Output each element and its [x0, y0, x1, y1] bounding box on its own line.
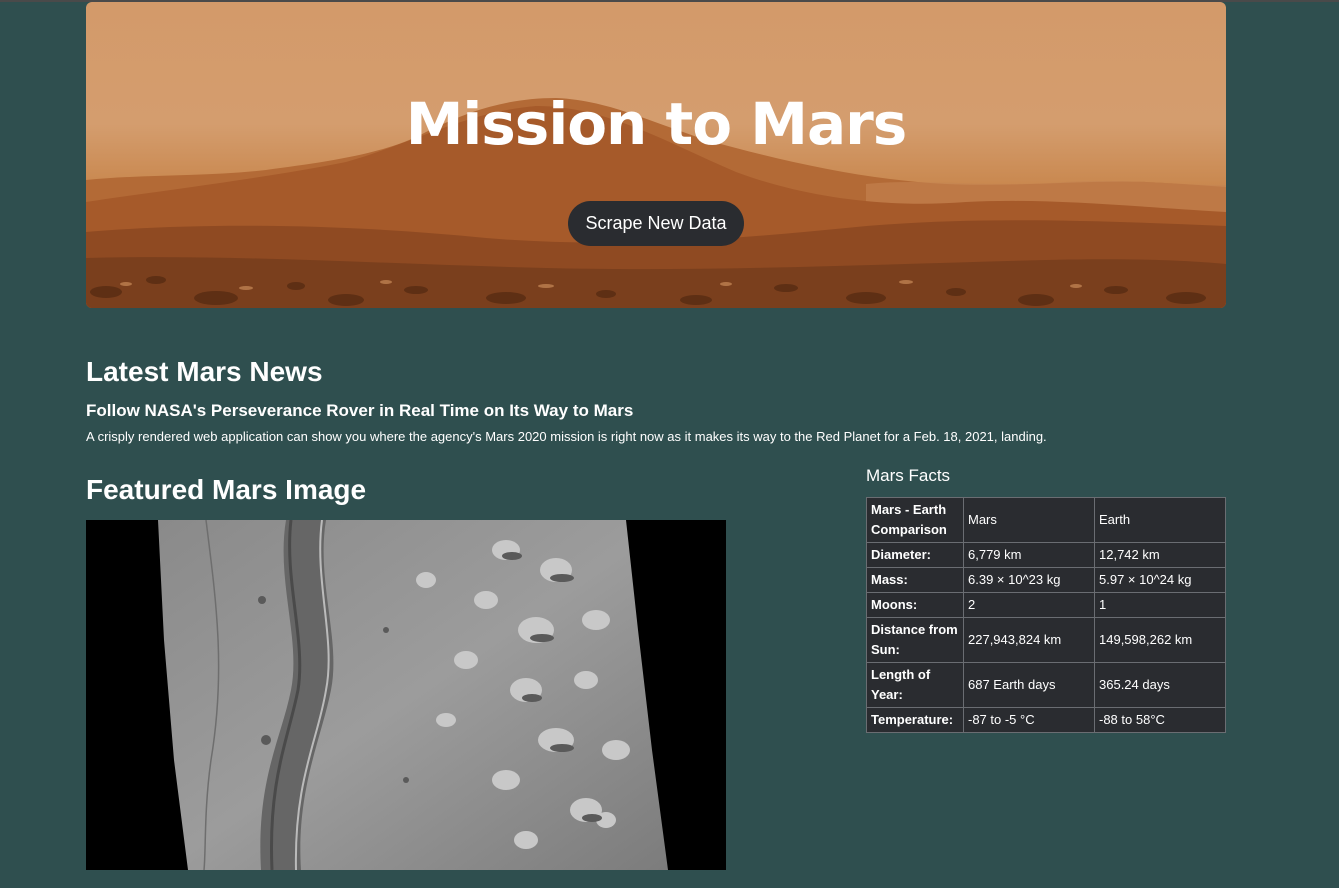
- table-cell-label: Length of Year:: [866, 662, 964, 708]
- table-cell-mars: Mars: [963, 497, 1095, 543]
- news-title: Follow NASA's Perseverance Rover in Real…: [86, 401, 634, 420]
- table-row: Moons: 2 1: [866, 592, 1226, 618]
- table-cell-mars: 2: [963, 592, 1095, 618]
- table-cell-earth: 5.97 × 10^24 kg: [1094, 567, 1226, 593]
- table-cell-mars: 687 Earth days: [963, 662, 1095, 708]
- table-cell-mars: 6,779 km: [963, 542, 1095, 568]
- table-row: Length of Year: 687 Earth days 365.24 da…: [866, 662, 1226, 708]
- table-cell-earth: -88 to 58°C: [1094, 707, 1226, 733]
- page-title: Mission to Mars: [405, 90, 908, 158]
- featured-image-heading: Featured Mars Image: [86, 474, 367, 505]
- table-cell-label: Mars - Earth Comparison: [866, 497, 964, 543]
- table-cell-earth: 1: [1094, 592, 1226, 618]
- table-cell-earth: 365.24 days: [1094, 662, 1226, 708]
- mars-facts-table: Mars - Earth Comparison Mars Earth Diame…: [866, 497, 1226, 733]
- scrape-new-data-button[interactable]: Scrape New Data: [568, 201, 744, 246]
- table-row: Diameter: 6,779 km 12,742 km: [866, 542, 1226, 568]
- mars-facts-heading: Mars Facts: [866, 466, 951, 485]
- table-cell-mars: 6.39 × 10^23 kg: [963, 567, 1095, 593]
- table-cell-label: Distance from Sun:: [866, 617, 964, 663]
- table-header-row: Mars - Earth Comparison Mars Earth: [866, 497, 1226, 543]
- news-paragraph: A crisply rendered web application can s…: [86, 429, 1047, 444]
- table-cell-earth: Earth: [1094, 497, 1226, 543]
- table-cell-mars: -87 to -5 °C: [963, 707, 1095, 733]
- table-cell-mars: 227,943,824 km: [963, 617, 1095, 663]
- table-row: Temperature: -87 to -5 °C -88 to 58°C: [866, 707, 1226, 733]
- hero-banner: Mission to Mars Scrape New Data: [86, 2, 1226, 308]
- table-cell-earth: 12,742 km: [1094, 542, 1226, 568]
- table-row: Mass: 6.39 × 10^23 kg 5.97 × 10^24 kg: [866, 567, 1226, 593]
- featured-mars-image: [86, 520, 726, 870]
- table-cell-label: Mass:: [866, 567, 964, 593]
- table-cell-earth: 149,598,262 km: [1094, 617, 1226, 663]
- table-cell-label: Moons:: [866, 592, 964, 618]
- latest-news-heading: Latest Mars News: [86, 356, 323, 387]
- table-cell-label: Temperature:: [866, 707, 964, 733]
- table-row: Distance from Sun: 227,943,824 km 149,59…: [866, 617, 1226, 663]
- table-cell-label: Diameter:: [866, 542, 964, 568]
